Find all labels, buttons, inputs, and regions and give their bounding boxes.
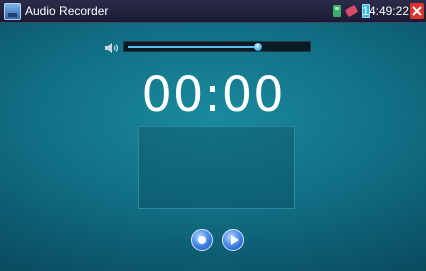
sd-card-icon <box>333 5 341 17</box>
elapsed-time: 00:00 <box>141 67 285 123</box>
volume-icon <box>105 43 119 53</box>
record-icon <box>198 236 206 244</box>
window-title: Audio Recorder <box>25 4 109 18</box>
recording-display-area <box>138 126 295 209</box>
play-icon <box>231 235 239 245</box>
play-button[interactable] <box>222 229 244 251</box>
usb-icon <box>344 4 359 18</box>
volume-slider[interactable] <box>123 41 311 52</box>
audio-recorder-screen: Audio Recorder 14:49:22 00:00 <box>0 0 426 271</box>
recorder-main: 00:00 <box>0 23 426 271</box>
volume-slider-thumb[interactable] <box>253 43 262 51</box>
app-icon <box>4 3 21 20</box>
volume-slider-fill <box>128 46 258 48</box>
status-clock: 14:49:22 <box>362 4 409 18</box>
close-button[interactable] <box>410 3 424 19</box>
title-bar: Audio Recorder 14:49:22 <box>0 0 426 23</box>
record-button[interactable] <box>191 229 213 251</box>
close-icon <box>412 6 422 16</box>
